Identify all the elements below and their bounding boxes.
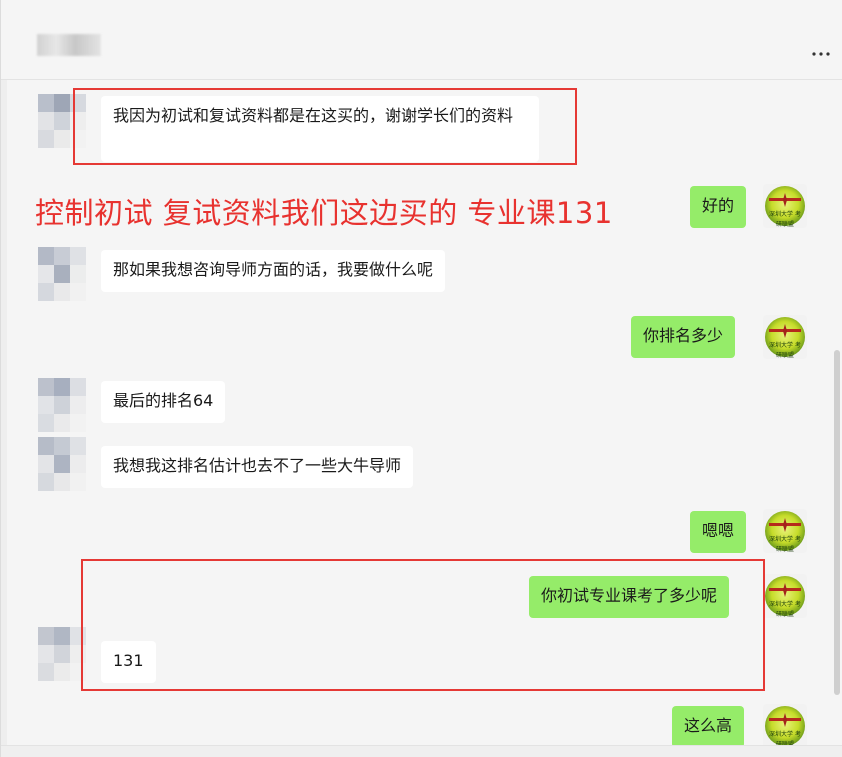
message-bubble-outgoing[interactable]: 这么高 [672, 706, 745, 748]
contact-avatar[interactable] [38, 378, 86, 434]
chat-header [1, 0, 842, 80]
blurred-contact-name [37, 34, 101, 56]
message-bubble-incoming[interactable]: 那如果我想咨询导师方面的话，我要做什么呢 [101, 250, 446, 292]
self-avatar[interactable]: 深圳大学 考研联盟 [763, 704, 807, 748]
input-area-edge [1, 745, 842, 757]
contact-avatar[interactable] [38, 627, 86, 683]
message-bubble-outgoing[interactable]: 好的 [690, 186, 747, 228]
self-avatar[interactable]: 深圳大学 考研联盟 [763, 184, 807, 228]
logo-text: 深圳大学 考研联盟 [769, 211, 801, 228]
message-bubble-incoming[interactable]: 我想我这排名估计也去不了一些大牛导师 [101, 446, 414, 488]
contact-avatar[interactable] [38, 437, 86, 493]
scrollbar[interactable] [834, 350, 840, 695]
contact-avatar[interactable] [38, 247, 86, 303]
message-bubble-outgoing[interactable]: 你排名多少 [631, 316, 736, 358]
left-edge [1, 80, 7, 757]
message-bubble-outgoing[interactable]: 嗯嗯 [690, 511, 747, 553]
logo-text: 深圳大学 考研联盟 [769, 601, 801, 618]
self-avatar[interactable]: 深圳大学 考研联盟 [763, 509, 807, 553]
highlight-box [81, 559, 765, 691]
more-icon[interactable] [809, 40, 833, 60]
self-avatar[interactable]: 深圳大学 考研联盟 [763, 315, 807, 359]
logo-text: 深圳大学 考研联盟 [769, 731, 801, 748]
self-avatar[interactable]: 深圳大学 考研联盟 [763, 574, 807, 618]
logo-text: 深圳大学 考研联盟 [769, 342, 801, 359]
annotation-text: 控制初试 复试资料我们这边买的 专业课131 [35, 196, 613, 230]
chat-window: 我因为初试和复试资料都是在这买的，谢谢学长们的资料 控制初试 复试资料我们这边买… [0, 0, 842, 757]
message-bubble-incoming[interactable]: 最后的排名64 [101, 381, 226, 423]
logo-text: 深圳大学 考研联盟 [769, 536, 801, 553]
highlight-box [73, 88, 577, 165]
